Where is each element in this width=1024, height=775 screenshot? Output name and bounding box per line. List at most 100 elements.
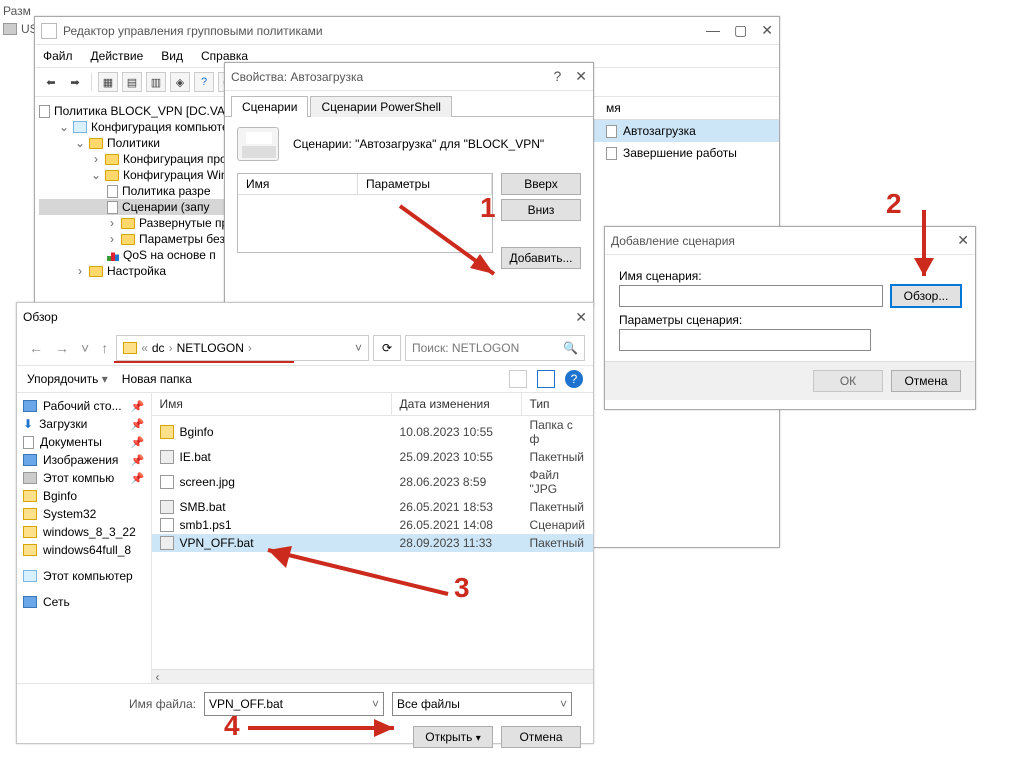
sidenav-documents[interactable]: Документы📌: [17, 433, 151, 451]
tree-root[interactable]: Политика BLOCK_VPN [DC.VA: [39, 103, 241, 119]
tree-cfg-computer[interactable]: ⌄Конфигурация компьютер: [39, 119, 241, 135]
col-name[interactable]: Имя: [152, 393, 392, 415]
toolbar-btn-5[interactable]: ?: [194, 72, 214, 92]
new-folder-button[interactable]: Новая папка: [122, 372, 192, 386]
sidenav-win83[interactable]: windows_8_3_22: [17, 523, 151, 541]
file-row[interactable]: smb1.ps126.05.2021 14:08Сценарий: [152, 516, 593, 534]
col-type[interactable]: Тип: [522, 393, 593, 415]
move-up-button[interactable]: Вверх: [501, 173, 581, 195]
folder-icon: [23, 526, 37, 538]
doc-icon: [23, 436, 34, 449]
toolbar-btn-4[interactable]: ◈: [170, 72, 190, 92]
toolbar-btn-2[interactable]: ▤: [122, 72, 142, 92]
pin-icon: 📌: [131, 472, 145, 485]
toolbar-btn-3[interactable]: ▥: [146, 72, 166, 92]
refresh-button[interactable]: ⟳: [373, 335, 401, 361]
doc-icon: [107, 185, 118, 198]
tree-cfg-windows[interactable]: ⌄Конфигурация Win: [39, 167, 241, 183]
hscrollbar[interactable]: ‹: [152, 669, 593, 683]
tree-sec-params[interactable]: ›Параметры без: [39, 231, 241, 247]
close-icon[interactable]: ✕: [575, 68, 587, 85]
col-date[interactable]: Дата изменения: [392, 393, 522, 415]
menu-action[interactable]: Действие: [91, 49, 144, 63]
sidenav-win64[interactable]: windows64full_8: [17, 541, 151, 559]
open-navrow: ← → ˅ ↑ « dc › NETLOGON › ˅ ⟳ Поиск: NET…: [17, 331, 593, 366]
file-row[interactable]: Bginfo10.08.2023 10:55Папка с ф: [152, 416, 593, 448]
organize-menu[interactable]: Упорядочить ▾: [27, 372, 108, 386]
nav-fwd-icon[interactable]: →: [51, 340, 73, 356]
tree-settings[interactable]: ›Настройка: [39, 263, 241, 279]
sidenav-downloads[interactable]: ⬇Загрузки📌: [17, 415, 151, 433]
view-preview-icon[interactable]: [537, 370, 555, 388]
nav-recent-icon[interactable]: ˅: [77, 340, 93, 356]
sidenav-system32[interactable]: System32: [17, 505, 151, 523]
maximize-icon[interactable]: ▢: [734, 22, 747, 39]
minimize-icon[interactable]: —: [706, 22, 720, 39]
tree-scenarios[interactable]: Сценарии (запу: [39, 199, 241, 215]
tree-policies[interactable]: ⌄Политики: [39, 135, 241, 151]
sidenav-network[interactable]: Сеть: [17, 593, 151, 611]
tree-deployed[interactable]: ›Развернутые пр: [39, 215, 241, 231]
menu-help[interactable]: Справка: [201, 49, 248, 63]
open-file-dialog: Обзор ✕ ← → ˅ ↑ « dc › NETLOGON › ˅ ⟳ По…: [16, 302, 594, 744]
script-params-input[interactable]: [619, 329, 871, 351]
props-titlebar: Свойства: Автозагрузка ? ✕: [225, 63, 593, 91]
search-placeholder: Поиск: NETLOGON: [412, 341, 519, 355]
computer-icon: [73, 121, 87, 133]
arrow-2: [910, 210, 950, 303]
file-name: IE.bat: [180, 450, 211, 464]
sidenav-pictures[interactable]: Изображения📌: [17, 451, 151, 469]
nav-fwd-icon[interactable]: ➡: [65, 72, 85, 92]
pictures-icon: [23, 454, 37, 466]
sidenav-bginfo[interactable]: Bginfo: [17, 487, 151, 505]
file-row[interactable]: IE.bat25.09.2023 10:55Пакетный: [152, 448, 593, 466]
props-tabs: Сценарии Сценарии PowerShell: [225, 91, 593, 117]
tree-cfg-software[interactable]: ›Конфигурация про: [39, 151, 241, 167]
folder-icon: [23, 544, 37, 556]
label-script-params: Параметры сценария:: [619, 313, 961, 327]
tree-pol-allow[interactable]: Политика разре: [39, 183, 241, 199]
nav-back-icon[interactable]: ⬅: [41, 72, 61, 92]
close-icon[interactable]: ✕: [957, 232, 969, 249]
bc-seg-netlogon[interactable]: NETLOGON: [177, 341, 244, 355]
open-search[interactable]: Поиск: NETLOGON 🔍: [405, 335, 585, 361]
sidenav-thispc2[interactable]: Этот компьютер: [17, 567, 151, 585]
file-row[interactable]: SMB.bat26.05.2021 18:53Пакетный: [152, 498, 593, 516]
filetype-filter[interactable]: Все файлы˅: [392, 692, 572, 716]
chevron-right-icon: ›: [91, 152, 101, 166]
tab-scripts[interactable]: Сценарии: [231, 96, 308, 117]
view-list-icon[interactable]: [509, 370, 527, 388]
cancel-button[interactable]: Отмена: [501, 726, 581, 748]
chevron-down-icon[interactable]: ˅: [355, 341, 362, 355]
toolbar-btn-1[interactable]: ▦: [98, 72, 118, 92]
file-date: 28.06.2023 8:59: [400, 475, 530, 489]
folder-icon: [121, 234, 135, 245]
open-cmdrow: Упорядочить ▾ Новая папка ?: [17, 366, 593, 393]
pin-icon: 📌: [131, 400, 145, 413]
file-type: Пакетный: [530, 536, 585, 550]
script-name-input[interactable]: [619, 285, 883, 307]
close-icon[interactable]: ✕: [575, 309, 587, 326]
arrow-4: [248, 716, 428, 749]
file-type: Папка с ф: [530, 418, 585, 446]
doc-icon: [606, 147, 617, 160]
nav-back-icon[interactable]: ←: [25, 340, 47, 356]
sidenav-thispc[interactable]: Этот компью📌: [17, 469, 151, 487]
ok-button[interactable]: ОК: [813, 370, 883, 392]
pc-icon: [23, 472, 37, 484]
menu-view[interactable]: Вид: [161, 49, 183, 63]
close-icon[interactable]: ✕: [761, 22, 773, 39]
cancel-button[interactable]: Отмена: [891, 370, 961, 392]
nav-up-icon[interactable]: ↑: [97, 340, 112, 356]
scriptlist-col-name: Имя: [238, 174, 358, 194]
help-icon[interactable]: ?: [565, 370, 583, 388]
network-icon: [23, 596, 37, 608]
help-icon[interactable]: ?: [553, 68, 561, 85]
file-row[interactable]: screen.jpg28.06.2023 8:59Файл "JPG: [152, 466, 593, 498]
menu-file[interactable]: Файл: [43, 49, 73, 63]
sidenav-desktop[interactable]: Рабочий сто...📌: [17, 397, 151, 415]
bc-seg-dc[interactable]: dc: [152, 341, 165, 355]
tree-qos[interactable]: QoS на основе п: [39, 247, 241, 263]
breadcrumb[interactable]: « dc › NETLOGON › ˅: [116, 335, 369, 361]
tab-powershell[interactable]: Сценарии PowerShell: [310, 96, 452, 117]
